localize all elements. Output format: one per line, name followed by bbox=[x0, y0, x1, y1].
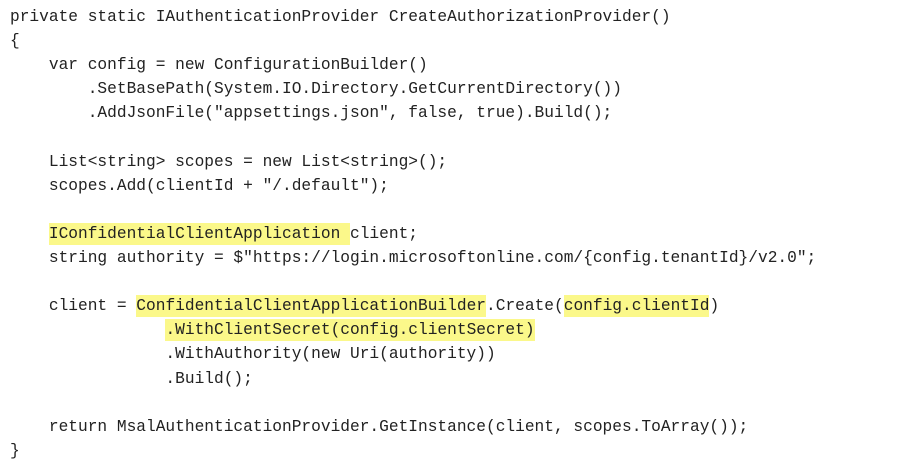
code-line: string authority = $"https://login.micro… bbox=[10, 246, 816, 270]
code-line: .Build(); bbox=[10, 367, 253, 391]
code-line: IConfidentialClientApplication client; bbox=[10, 222, 418, 246]
code-line: var config = new ConfigurationBuilder() bbox=[10, 53, 428, 77]
code-segment: string authority = $"https://login.micro… bbox=[10, 249, 817, 267]
code-line: private static IAuthenticationProvider C… bbox=[10, 5, 671, 29]
code-line: .WithAuthority(new Uri(authority)) bbox=[10, 342, 496, 366]
code-segment: { bbox=[10, 32, 20, 51]
code-segment: .WithAuthority(new Uri(authority)) bbox=[10, 345, 496, 364]
code-segment: } bbox=[10, 441, 20, 460]
code-block: private static IAuthenticationProvider C… bbox=[0, 0, 909, 471]
code-line: .SetBasePath(System.IO.Directory.GetCurr… bbox=[10, 77, 622, 101]
code-segment: scopes.Add(clientId + "/.default"); bbox=[10, 176, 389, 195]
highlighted-code-segment: .WithClientSecret(config.clientSecret) bbox=[165, 319, 535, 342]
code-segment: client = bbox=[10, 297, 137, 316]
code-segment: .SetBasePath(System.IO.Directory.GetCurr… bbox=[10, 80, 622, 99]
highlighted-code-segment: config.clientId bbox=[563, 295, 710, 318]
code-line: .AddJsonFile("appsettings.json", false, … bbox=[10, 101, 613, 125]
code-segment: ) bbox=[709, 297, 720, 316]
code-segment: .Build(); bbox=[10, 369, 253, 388]
code-line: .WithClientSecret(config.clientSecret) bbox=[10, 318, 535, 342]
code-segment: var config = new ConfigurationBuilder() bbox=[10, 56, 428, 75]
code-line: } bbox=[10, 439, 20, 463]
highlighted-code-segment: ConfidentialClientApplicationBuilder bbox=[136, 295, 487, 318]
code-line: List<string> scopes = new List<string>()… bbox=[10, 150, 447, 174]
code-segment: client; bbox=[350, 224, 418, 243]
code-line: client = ConfidentialClientApplicationBu… bbox=[10, 294, 719, 318]
code-line: { bbox=[10, 29, 20, 53]
code-line: return MsalAuthenticationProvider.GetIns… bbox=[10, 415, 748, 439]
code-segment: List<string> scopes = new List<string>()… bbox=[10, 152, 448, 171]
code-segment: .Create( bbox=[486, 297, 564, 316]
code-segment: .AddJsonFile("appsettings.json", false, … bbox=[10, 104, 613, 123]
code-segment: return MsalAuthenticationProvider.GetIns… bbox=[10, 417, 749, 436]
code-segment: private static IAuthenticationProvider C… bbox=[10, 8, 671, 26]
highlighted-code-segment: IConfidentialClientApplication bbox=[48, 222, 350, 245]
code-line: scopes.Add(clientId + "/.default"); bbox=[10, 174, 389, 198]
